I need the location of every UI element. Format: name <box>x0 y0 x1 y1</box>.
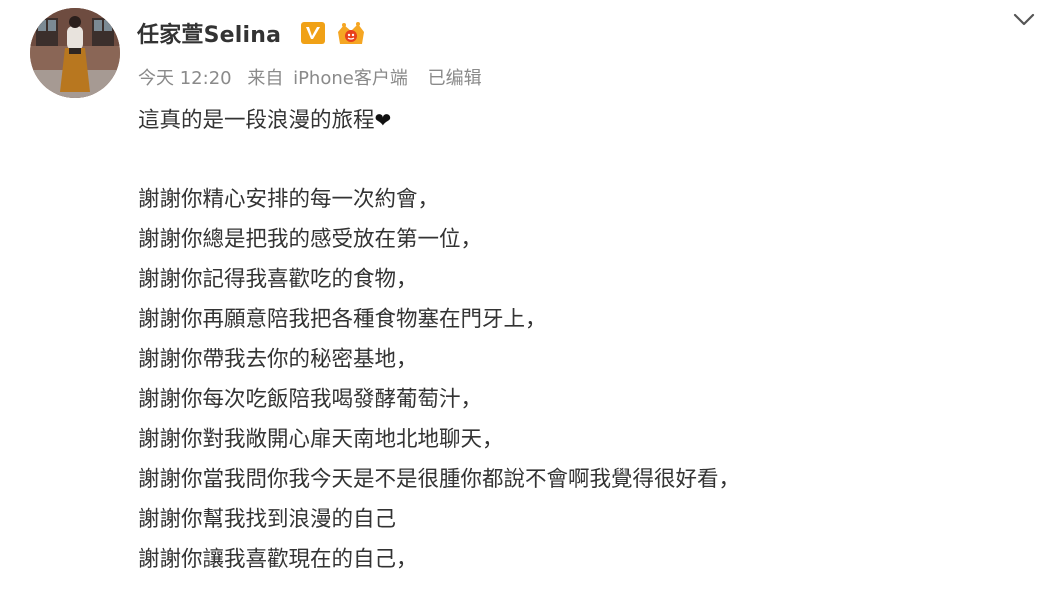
post-time[interactable]: 今天 12:20 <box>138 68 232 89</box>
post-intro: 這真的是一段浪漫的旅程 <box>138 108 375 133</box>
post-line: 謝謝你幫我找到浪漫的自己 <box>138 507 397 532</box>
from-label: 来自 <box>247 68 284 89</box>
post-line: 謝謝你記得我喜歡吃的食物， <box>138 267 418 292</box>
post-intro-line: 這真的是一段浪漫的旅程❤ <box>138 100 1038 140</box>
avatar-photo <box>30 8 120 98</box>
heart-icon: ❤ <box>374 108 392 132</box>
post-meta: 今天 12:20 来自 iPhone客户端 已编辑 <box>138 64 492 90</box>
post-line: 謝謝你總是把我的感受放在第一位， <box>138 227 483 252</box>
post-content: 這真的是一段浪漫的旅程❤ 謝謝你精心安排的每一次約會， 謝謝你總是把我的感受放在… <box>138 100 1038 580</box>
post-line: 謝謝你對我敞開心扉天南地北地聊天， <box>138 427 504 452</box>
edited-label[interactable]: 已编辑 <box>428 68 482 89</box>
post-line: 謝謝你讓我喜歡現在的自己， <box>138 547 418 572</box>
post-line: 謝謝你精心安排的每一次約會， <box>138 187 440 212</box>
post-line: 謝謝你每次吃飯陪我喝發酵葡萄汁， <box>138 387 483 412</box>
avatar[interactable] <box>30 8 120 98</box>
post-line: 謝謝你再願意陪我把各種食物塞在門牙上， <box>138 307 547 332</box>
weibo-post: 任家萱Selina 今天 12:20 来自 iPhone客户端 已编辑 這真的是… <box>0 0 1060 596</box>
username[interactable]: 任家萱Selina <box>137 17 281 49</box>
verified-badge-icon[interactable] <box>300 21 326 45</box>
post-line: 謝謝你帶我去你的秘密基地， <box>138 347 418 372</box>
post-line: 謝謝你當我問你我今天是不是很腫你都說不會啊我覺得很好看， <box>138 467 741 492</box>
chevron-down-icon[interactable] <box>1010 8 1038 32</box>
post-source[interactable]: iPhone客户端 <box>293 68 408 89</box>
vip-crown-icon[interactable] <box>335 20 367 48</box>
